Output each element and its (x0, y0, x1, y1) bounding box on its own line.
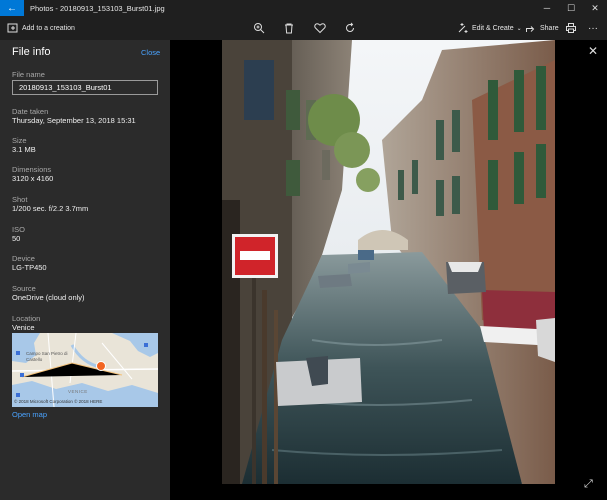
close-window-button[interactable]: ✕ (583, 0, 607, 16)
location-value: Venice (12, 323, 35, 332)
open-map-link[interactable]: Open map (12, 410, 47, 419)
file-name-label: File name (12, 70, 45, 79)
favorite-button[interactable] (311, 16, 329, 40)
map-label-campo: Campo San Pietro di Castello (26, 351, 68, 362)
share-icon (522, 16, 540, 40)
close-icon[interactable]: ✕ (588, 44, 598, 58)
add-to-creation-label: Add to a creation (22, 24, 75, 32)
location-map[interactable]: Campo San Pietro di Castello VENICE © 20… (12, 333, 158, 407)
zoom-button[interactable] (250, 16, 268, 40)
file-name-input[interactable]: 20180913_153103_Burst01 (12, 80, 158, 95)
chevron-down-icon: ⌄ (516, 25, 522, 32)
print-button[interactable] (562, 16, 580, 40)
maximize-button[interactable]: ☐ (559, 0, 583, 16)
printer-icon (562, 16, 580, 40)
back-button[interactable]: ← (0, 0, 24, 16)
edit-create-label: Edit & Create (472, 24, 514, 32)
shot-label: Shot (12, 195, 28, 204)
back-arrow-icon: ← (7, 2, 17, 14)
heart-icon (311, 16, 329, 40)
map-pin-icon (96, 361, 106, 371)
add-to-creation-button[interactable]: Add to a creation (4, 16, 75, 40)
ellipsis-icon: ··· (588, 22, 598, 34)
location-label: Location (12, 314, 41, 323)
shot-value: 1/200 sec. f/2.2 3.7mm (12, 204, 89, 213)
add-to-creation-icon (4, 16, 22, 40)
source-value: OneDrive (cloud only) (12, 293, 85, 302)
photo-image (222, 40, 555, 484)
date-taken-value: Thursday, September 13, 2018 15:31 (12, 116, 136, 125)
fullscreen-icon[interactable]: ⤢ (584, 478, 593, 491)
zoom-in-icon (250, 16, 268, 40)
device-label: Device (12, 254, 35, 263)
panel-title: File info (12, 46, 51, 58)
size-label: Size (12, 136, 27, 145)
map-copyright: © 2018 Microsoft Corporation © 2018 HERE (14, 399, 103, 404)
close-panel-link[interactable]: Close (141, 48, 160, 57)
dimensions-label: Dimensions (12, 165, 52, 174)
edit-create-icon (454, 16, 472, 40)
device-value: LG-TP450 (12, 263, 47, 272)
dimensions-value: 3120 x 4160 (12, 174, 54, 183)
share-button[interactable]: Share (522, 16, 559, 40)
rotate-icon (341, 16, 359, 40)
map-label-venice: VENICE (68, 389, 88, 394)
trash-icon (280, 16, 298, 40)
file-info-panel: File info Close File name 20180913_15310… (0, 40, 170, 500)
iso-value: 50 (12, 234, 21, 243)
photo-view[interactable] (222, 40, 555, 484)
command-bar: Add to a creation Edit & Create ⌄ Share (0, 16, 607, 40)
date-taken-label: Date taken (12, 107, 49, 116)
share-label: Share (540, 24, 559, 32)
rotate-button[interactable] (341, 16, 359, 40)
minimize-button[interactable]: ─ (535, 0, 559, 16)
more-options-button[interactable]: ··· (588, 16, 598, 40)
source-label: Source (12, 284, 36, 293)
window-title: Photos - 20180913_153103_Burst01.jpg (30, 3, 165, 13)
iso-label: ISO (12, 225, 25, 234)
delete-button[interactable] (280, 16, 298, 40)
edit-create-button[interactable]: Edit & Create ⌄ (454, 16, 522, 40)
title-bar: ← Photos - 20180913_153103_Burst01.jpg ─… (0, 0, 607, 16)
size-value: 3.1 MB (12, 145, 36, 154)
